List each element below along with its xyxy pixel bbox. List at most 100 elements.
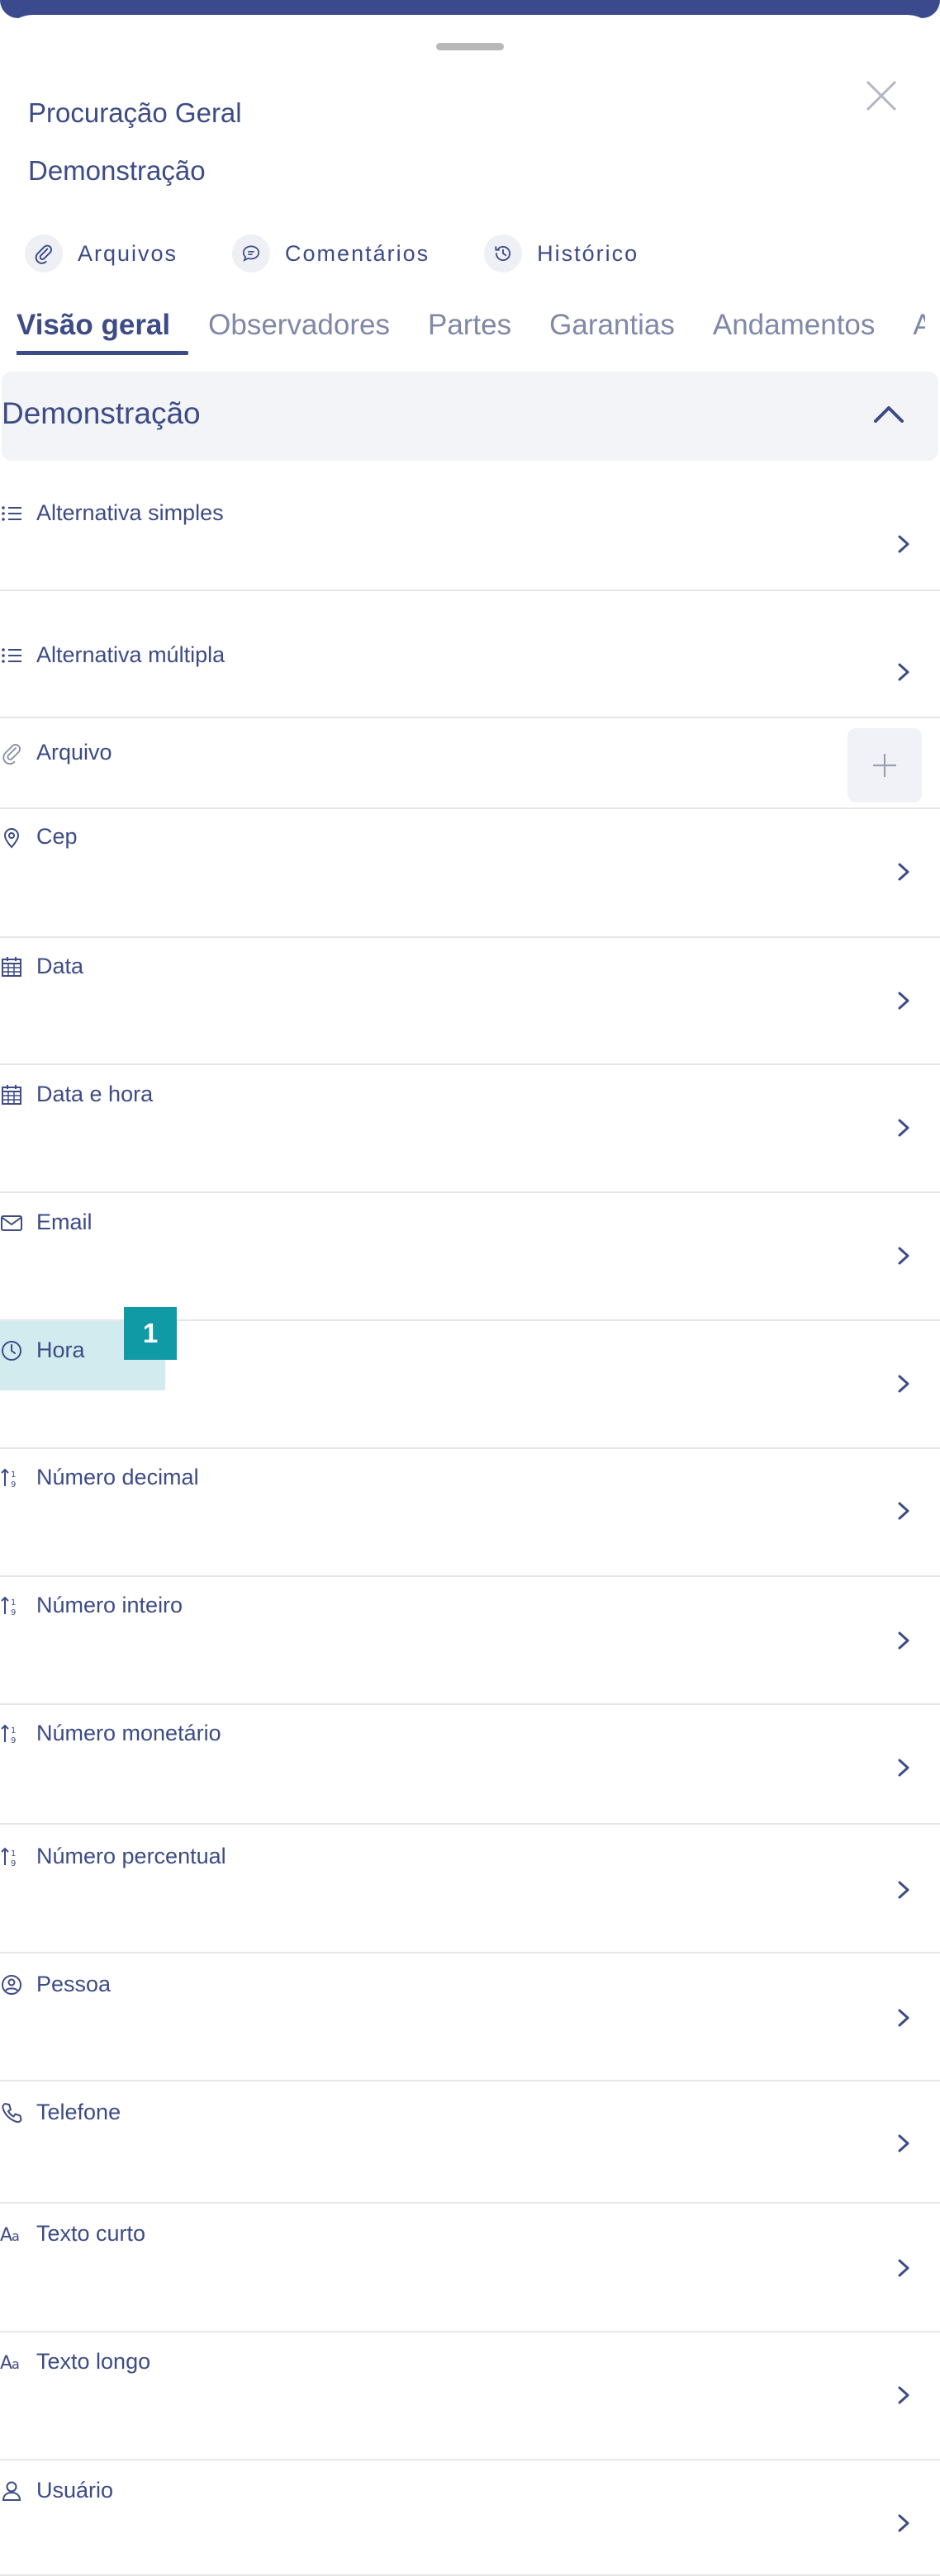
chevron-right-icon	[895, 533, 912, 556]
field-label: Número monetário	[36, 1721, 221, 1745]
chevron-right-icon	[895, 1244, 912, 1267]
field-row-usuario[interactable]: Usuário	[0, 2460, 940, 2576]
chevron-right-icon	[895, 1372, 912, 1395]
field-label: Usuário	[36, 2478, 114, 2503]
tab-andamentos[interactable]: Andamentos	[713, 309, 876, 355]
comments-button[interactable]: Comentários	[232, 234, 430, 272]
field-row-texto-curto[interactable]: Aa Texto curto	[0, 2204, 940, 2332]
field-label: Telefone	[36, 2100, 121, 2124]
tab-bar: Visão geral Observadores Partes Garantia…	[17, 309, 925, 358]
person-circle-icon	[0, 1973, 23, 1996]
chevron-right-icon	[895, 989, 912, 1012]
field-label: Alternativa múltipla	[36, 642, 226, 667]
phone-icon	[0, 2101, 23, 2124]
svg-text:1: 1	[11, 1849, 16, 1859]
field-label: Data	[36, 954, 84, 978]
text-icon: Aa	[0, 2351, 23, 2374]
field-label: Texto curto	[36, 2221, 146, 2246]
paperclip-icon	[25, 234, 63, 272]
chevron-right-icon	[895, 2512, 912, 2535]
field-row-data[interactable]: Data	[0, 938, 940, 1065]
field-label: Número decimal	[36, 1465, 199, 1489]
svg-text:1: 1	[11, 1726, 16, 1735]
page-title: Procuração Geral	[28, 97, 242, 128]
paperclip-icon	[0, 741, 23, 765]
svg-text:A: A	[0, 2353, 12, 2374]
action-bar: Arquivos Comentários Histórico	[25, 233, 693, 274]
text-icon: Aa	[0, 2223, 23, 2246]
field-row-alternativa-multipla[interactable]: Alternativa múltipla	[0, 591, 940, 718]
chevron-right-icon	[895, 860, 912, 883]
svg-text:1: 1	[11, 1598, 16, 1608]
field-row-numero-percentual[interactable]: 1 9 Número percentual	[0, 1825, 940, 1953]
tab-observadores[interactable]: Observadores	[208, 309, 390, 355]
add-file-button[interactable]	[847, 728, 922, 803]
section-header-demonstracao[interactable]: Demonstração	[2, 372, 938, 461]
field-row-arquivo[interactable]: Arquivo	[0, 718, 940, 809]
field-row-texto-longo[interactable]: Aa Texto longo	[0, 2332, 940, 2460]
section-title: Demonstração	[2, 396, 201, 430]
history-button[interactable]: Histórico	[484, 234, 639, 272]
field-label: Pessoa	[36, 1972, 112, 1996]
chevron-right-icon	[895, 1756, 912, 1779]
field-row-numero-monetario[interactable]: 1 9 Número monetário	[0, 1705, 940, 1825]
svg-text:9: 9	[11, 1736, 16, 1745]
field-row-alternativa-simples[interactable]: Alternativa simples	[0, 461, 940, 591]
field-label: Cep	[36, 824, 78, 849]
chevron-right-icon	[895, 1116, 912, 1139]
comments-label: Comentários	[285, 240, 430, 266]
field-row-telefone[interactable]: Telefone	[0, 2081, 940, 2204]
files-button[interactable]: Arquivos	[25, 234, 178, 272]
history-icon	[484, 234, 523, 272]
field-row-pessoa[interactable]: Pessoa	[0, 1953, 940, 2081]
sheet-drag-handle[interactable]	[436, 43, 504, 50]
field-row-numero-decimal[interactable]: 1 9 Número decimal	[0, 1449, 940, 1577]
chevron-right-icon	[895, 2006, 912, 2029]
files-label: Arquivos	[78, 240, 178, 266]
location-pin-icon	[0, 826, 23, 849]
close-icon	[866, 80, 897, 111]
calendar-icon	[0, 955, 23, 978]
number-sort-icon: 19	[0, 1466, 23, 1489]
number-sort-icon: 19	[0, 1845, 23, 1868]
svg-text:a: a	[12, 2356, 20, 2372]
close-button[interactable]	[864, 78, 899, 113]
svg-text:9: 9	[11, 1859, 16, 1868]
chevron-right-icon	[895, 661, 912, 684]
list-icon	[0, 502, 23, 525]
list-icon	[0, 644, 23, 667]
field-label: Hora	[36, 1338, 85, 1362]
calendar-icon	[0, 1083, 23, 1106]
number-sort-icon: 19	[0, 1594, 23, 1617]
tab-visao-geral[interactable]: Visão geral	[17, 309, 189, 355]
field-row-data-e-hora[interactable]: Data e hora	[0, 1065, 940, 1193]
field-row-email[interactable]: Email	[0, 1193, 940, 1321]
chevron-right-icon	[895, 1629, 912, 1652]
field-label: Número percentual	[36, 1844, 226, 1868]
clock-icon	[0, 1339, 23, 1362]
svg-text:1: 1	[11, 1470, 16, 1480]
svg-text:9: 9	[11, 1480, 16, 1489]
svg-text:A: A	[0, 2225, 12, 2246]
chevron-right-icon	[895, 1499, 912, 1522]
envelope-icon	[0, 1211, 23, 1234]
field-row-numero-inteiro[interactable]: 1 9 Número inteiro	[0, 1577, 940, 1705]
chevron-right-icon	[895, 1878, 912, 1901]
field-label: Email	[36, 1210, 93, 1234]
annotation-badge: 1	[124, 1307, 177, 1360]
field-row-cep[interactable]: Cep	[0, 809, 940, 938]
field-label: Arquivo	[36, 740, 112, 765]
user-icon	[0, 2479, 23, 2503]
field-label: Texto longo	[36, 2349, 151, 2374]
field-label: Número inteiro	[36, 1593, 183, 1617]
plus-icon	[871, 751, 899, 779]
tab-overflow[interactable]: A	[913, 309, 925, 355]
comment-icon	[232, 234, 271, 272]
chevron-right-icon	[895, 2256, 912, 2280]
chevron-up-icon	[874, 406, 904, 423]
page-subtitle: Demonstração	[28, 155, 206, 186]
tab-partes[interactable]: Partes	[428, 309, 511, 355]
field-label: Alternativa simples	[36, 500, 224, 525]
tab-garantias[interactable]: Garantias	[549, 309, 675, 355]
history-label: Histórico	[537, 240, 639, 266]
